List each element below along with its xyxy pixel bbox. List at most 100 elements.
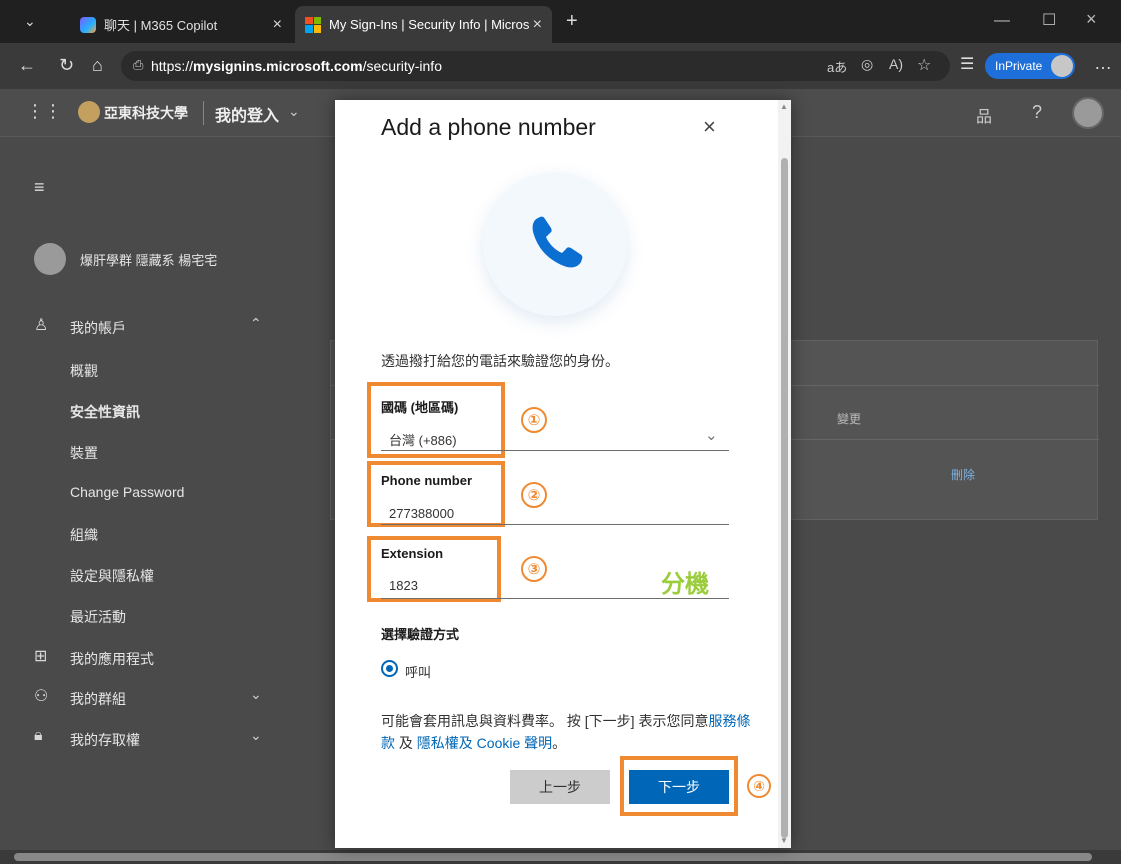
home-icon[interactable]: ⌂ — [92, 55, 103, 75]
app-name[interactable]: 我的登入 — [215, 102, 279, 126]
sidebar-my-access[interactable]: 我的存取權 — [70, 730, 140, 750]
country-select[interactable]: 台灣 (+886) — [389, 430, 457, 449]
phone-label: Phone number — [381, 473, 473, 488]
annotation-3: ③ — [521, 556, 547, 582]
minimize-window-icon[interactable]: — — [994, 12, 1010, 30]
header-divider — [203, 101, 204, 125]
radio-dot — [386, 665, 393, 672]
maximize-window-icon[interactable]: ☐ — [1042, 10, 1056, 30]
url-path: /security-info — [362, 58, 442, 74]
help-icon[interactable]: ? — [1032, 102, 1042, 123]
horizontal-scrollbar[interactable] — [0, 850, 1121, 864]
close-icon[interactable]: × — [703, 114, 716, 140]
terms-prefix: 可能會套用訊息與資料費率。 按 [下一步] 表示您同意 — [381, 713, 709, 729]
microsoft-logo-icon — [305, 16, 321, 33]
browser-tab-bar: ⌄ 聊天 | M365 Copilot × My Sign-Ins | Secu… — [0, 0, 1121, 43]
site-info-icon[interactable]: ⎙ — [133, 57, 143, 73]
app-launcher-icon[interactable]: ⋮⋮ — [26, 101, 62, 122]
more-options-icon[interactable]: … — [1094, 53, 1112, 73]
annotation-1: ① — [521, 407, 547, 433]
sidebar-item-overview[interactable]: 概觀 — [70, 361, 98, 381]
close-tab-icon[interactable]: × — [533, 16, 542, 34]
horizontal-scroll-thumb[interactable] — [14, 853, 1092, 861]
dialog-title: Add a phone number — [381, 114, 596, 140]
terms-mid: 及 — [395, 735, 417, 751]
method-label: 選擇驗證方式 — [381, 627, 460, 642]
profile-avatar-icon — [1051, 55, 1073, 77]
annotation-2: ② — [521, 482, 547, 508]
org-logo-icon — [78, 101, 100, 123]
org-chart-icon[interactable]: 品 — [976, 103, 992, 127]
translate-icon[interactable]: aあ — [827, 57, 847, 76]
terms-suffix: 。 — [552, 735, 567, 751]
chevron-up-icon[interactable]: ⌃ — [250, 315, 262, 332]
chevron-down-icon[interactable]: ⌄ — [705, 426, 718, 444]
user-avatar[interactable] — [1072, 97, 1104, 129]
inprivate-badge[interactable]: InPrivate — [985, 53, 1075, 79]
sidebar-my-apps[interactable]: 我的應用程式 — [70, 649, 154, 669]
sidebar-user-name: 爆肝學群 隱藏系 楊宅宅 — [80, 253, 218, 268]
url-prefix: https:// — [151, 58, 194, 74]
copilot-icon — [80, 16, 96, 33]
chevron-down-icon[interactable]: ⌄ — [250, 727, 262, 744]
tab-list-chevron-icon[interactable]: ⌄ — [24, 13, 36, 30]
dialog-description: 透過撥打給您的電話來驗證您的身份。 — [381, 353, 619, 369]
scroll-down-arrow-icon[interactable]: ▼ — [780, 836, 788, 845]
back-icon[interactable]: ← — [18, 55, 36, 75]
back-button[interactable]: 上一步 — [510, 770, 610, 804]
tab-title: My Sign-Ins | Security Info | Micros — [329, 17, 530, 32]
phone-underline — [381, 524, 729, 525]
app-switch-chevron-icon[interactable]: ⌄ — [288, 103, 300, 120]
tracking-prevention-icon[interactable]: ◎ — [861, 56, 873, 73]
groups-icon: ⚇ — [34, 688, 49, 705]
sidebar-my-groups[interactable]: 我的群組 — [70, 689, 126, 709]
sidebar-item-devices[interactable]: 裝置 — [70, 443, 98, 463]
call-radio[interactable] — [381, 660, 398, 677]
extension-label: Extension — [381, 546, 444, 561]
menu-hamburger-icon[interactable]: ≡ — [34, 177, 45, 198]
person-icon: ♙ — [34, 317, 49, 334]
privacy-cookie-link[interactable]: 隱私權及 Cookie 聲明 — [417, 735, 552, 751]
delete-link[interactable]: 刪除 — [951, 466, 975, 483]
terms-text: 可能會套用訊息與資料費率。 按 [下一步] 表示您同意服務條款 及 隱私權及 C… — [381, 710, 751, 754]
tab-copilot[interactable]: 聊天 | M365 Copilot × — [70, 6, 292, 43]
chevron-down-icon[interactable]: ⌄ — [250, 686, 262, 703]
sidebar-item-settings-privacy[interactable]: 設定與隱私權 — [70, 566, 154, 586]
favorites-icon[interactable]: ☰ — [960, 55, 974, 75]
url-host: mysignins.microsoft.com — [193, 58, 363, 74]
close-window-icon[interactable]: × — [1086, 9, 1097, 30]
phone-number-input[interactable]: 277388000 — [389, 506, 454, 521]
scroll-up-arrow-icon[interactable]: ▲ — [780, 102, 788, 111]
tab-my-sign-ins[interactable]: My Sign-Ins | Security Info | Micros × — [295, 6, 552, 43]
sidebar-item-change-password[interactable]: Change Password — [70, 484, 184, 500]
sidebar-my-account[interactable]: 我的帳戶 — [70, 318, 126, 338]
apps-icon: ⊞ — [34, 648, 48, 665]
inprivate-label: InPrivate — [995, 59, 1043, 73]
favorite-star-icon[interactable]: ☆ — [917, 55, 931, 75]
sidebar-user-avatar — [34, 243, 66, 275]
add-phone-dialog: Add a phone number × 透過撥打給您的電話來驗證您的身份。 國… — [335, 100, 791, 848]
lock-icon: 🔒︎ — [34, 727, 43, 744]
extension-note: 分機 — [661, 571, 709, 598]
sidebar-item-security-info[interactable]: 安全性資訊 — [70, 402, 140, 422]
address-bar[interactable]: ⎙ https://mysignins.microsoft.com/securi… — [121, 51, 950, 81]
next-button[interactable]: 下一步 — [629, 770, 729, 804]
browser-toolbar: ← ↻ ⌂ ⎙ https://mysignins.microsoft.com /… — [0, 43, 1121, 89]
read-aloud-icon[interactable]: A) — [889, 56, 903, 72]
new-tab-button[interactable]: + — [566, 10, 578, 33]
refresh-icon[interactable]: ↻ — [59, 55, 74, 75]
country-underline — [381, 450, 729, 451]
annotation-4: ④ — [747, 774, 771, 798]
close-tab-icon[interactable]: × — [273, 16, 282, 34]
change-link[interactable]: 變更 — [837, 410, 861, 427]
phone-icon — [532, 216, 583, 268]
sidebar-item-organizations[interactable]: 組織 — [70, 525, 98, 545]
sidebar-item-recent-activity[interactable]: 最近活動 — [70, 607, 126, 627]
dialog-scroll-thumb[interactable] — [781, 158, 788, 838]
sidebar: ≡ 爆肝學群 隱藏系 楊宅宅 ♙ 我的帳戶 ⌃ 概觀 安全性資訊 裝置 Chan… — [0, 137, 330, 864]
country-label: 國碼 (地區碼) — [381, 400, 459, 415]
phone-illustration — [483, 172, 627, 316]
extension-input[interactable]: 1823 — [389, 578, 418, 593]
call-option-label[interactable]: 呼叫 — [405, 662, 431, 681]
org-name: 亞東科技大學 — [104, 106, 188, 122]
